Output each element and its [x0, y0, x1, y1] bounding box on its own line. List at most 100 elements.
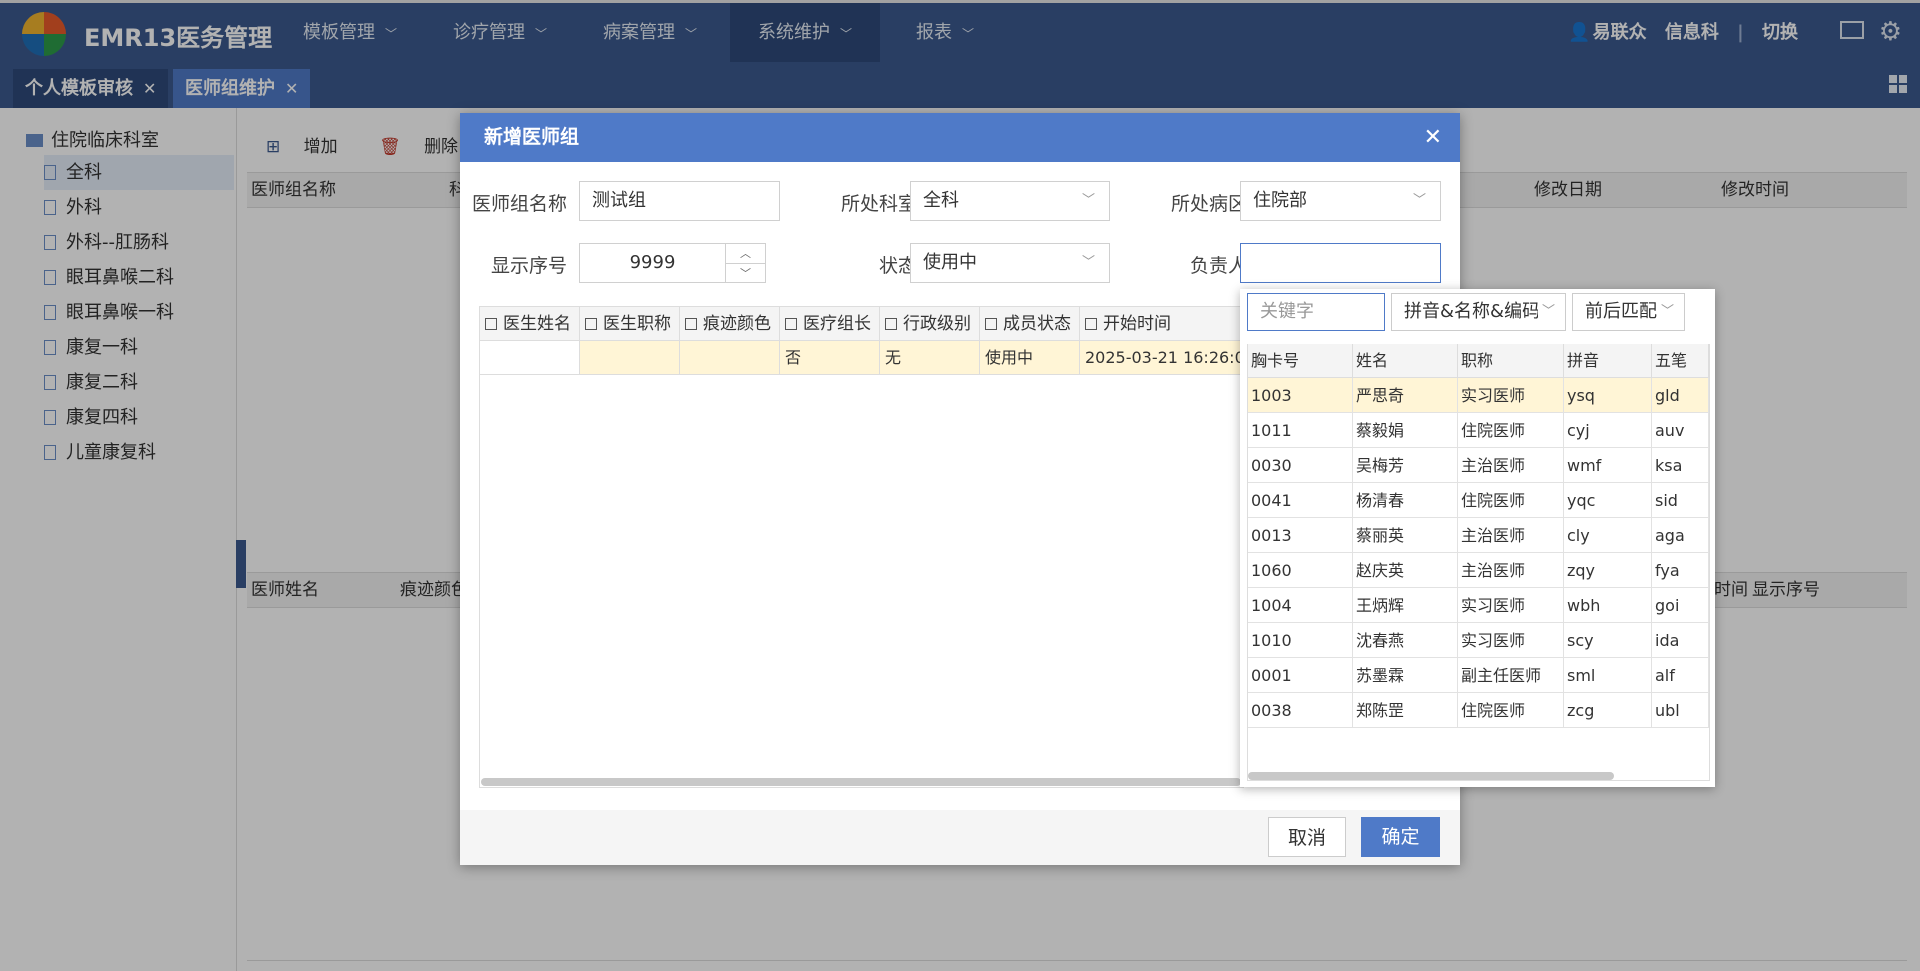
cell-card-no[interactable]: 1003 [1248, 378, 1353, 413]
cell-wubi[interactable]: ksa [1652, 448, 1709, 483]
cell-pinyin[interactable]: wmf [1564, 448, 1652, 483]
cell-name[interactable]: 杨清春 [1353, 483, 1458, 518]
cell-title[interactable]: 副主任医师 [1458, 658, 1564, 693]
owner-input[interactable] [1240, 243, 1441, 283]
col-header-admin-level[interactable]: 行政级别 [880, 307, 980, 341]
cell-card-no[interactable]: 1060 [1248, 553, 1353, 588]
cell-member-status[interactable]: 使用中 [980, 341, 1080, 375]
cell-team-lead[interactable]: 否 [780, 341, 880, 375]
cell-pinyin[interactable]: sml [1564, 658, 1652, 693]
edit-icon [785, 318, 797, 330]
cell-card-no[interactable]: 0030 [1248, 448, 1353, 483]
owner-picker-dropdown: 关键字 拼音&名称&编码 ﹀ 前后匹配 ﹀ 胸卡号 姓名 职称 拼音 五笔 1003… [1240, 289, 1715, 787]
cell-start-time[interactable]: 2025-03-21 16:26:00 [1080, 341, 1243, 375]
cell-title[interactable]: 住院医师 [1458, 413, 1564, 448]
cell-title[interactable]: 主治医师 [1458, 518, 1564, 553]
cell-wubi[interactable]: sid [1652, 483, 1709, 518]
dialog-header: 新增医师组 [460, 113, 1460, 162]
cell-pinyin[interactable]: zcg [1564, 693, 1652, 728]
cell-card-no[interactable]: 1004 [1248, 588, 1353, 623]
group-name-label: 医师组名称 [471, 193, 567, 215]
cell-pinyin[interactable]: wbh [1564, 588, 1652, 623]
cell-pinyin[interactable]: cyj [1564, 413, 1652, 448]
seq-label: 显示序号 [490, 255, 567, 277]
cell-card-no[interactable]: 0041 [1248, 483, 1353, 518]
cell-name[interactable]: 赵庆英 [1353, 553, 1458, 588]
horizontal-scrollbar[interactable] [481, 778, 1241, 786]
match-mode-select[interactable]: 前后匹配 ﹀ [1572, 293, 1685, 331]
seq-stepper[interactable]: ︿ ﹀ [726, 243, 766, 283]
seq-input[interactable]: 9999 [579, 243, 726, 283]
edit-icon [1085, 318, 1097, 330]
cancel-button[interactable]: 取消 [1268, 817, 1346, 857]
col-header-title: 职称 [1458, 344, 1564, 378]
cell-wubi[interactable]: gld [1652, 378, 1709, 413]
cell-title[interactable]: 住院医师 [1458, 693, 1564, 728]
cell-doctor-name[interactable] [480, 341, 580, 375]
cell-pinyin[interactable]: ysq [1564, 378, 1652, 413]
cell-name[interactable]: 郑陈罡 [1353, 693, 1458, 728]
member-grid: 医生姓名 医生职称 痕迹颜色 医疗组长 行政级别 成员状态 开始时间 否 无 使… [479, 306, 1244, 788]
cell-card-no[interactable]: 1011 [1248, 413, 1353, 448]
cell-wubi[interactable]: aga [1652, 518, 1709, 553]
cell-title[interactable]: 实习医师 [1458, 588, 1564, 623]
status-label: 状态 [878, 255, 917, 277]
cell-card-no[interactable]: 0013 [1248, 518, 1353, 553]
close-icon[interactable]: ✕ [1424, 113, 1442, 162]
chevron-down-icon: ﹀ [1081, 255, 1095, 270]
cell-name[interactable]: 蔡丽英 [1353, 518, 1458, 553]
cell-wubi[interactable]: goi [1652, 588, 1709, 623]
col-header-team-lead[interactable]: 医疗组长 [780, 307, 880, 341]
cell-name[interactable]: 吴梅芳 [1353, 448, 1458, 483]
cell-name[interactable]: 蔡毅娟 [1353, 413, 1458, 448]
cell-wubi[interactable]: fya [1652, 553, 1709, 588]
cell-pinyin[interactable]: scy [1564, 623, 1652, 658]
ok-button[interactable]: 确定 [1361, 817, 1440, 857]
col-header-card-no: 胸卡号 [1248, 344, 1353, 378]
edit-icon [885, 318, 897, 330]
col-header-start-time[interactable]: 开始时间 [1080, 307, 1243, 341]
horizontal-scrollbar[interactable] [1248, 772, 1614, 780]
chevron-down-icon[interactable]: ﹀ [726, 264, 765, 283]
dept-label: 所处科室 [840, 193, 917, 215]
cell-card-no[interactable]: 0001 [1248, 658, 1353, 693]
cell-title[interactable]: 实习医师 [1458, 378, 1564, 413]
cell-name[interactable]: 苏墨霖 [1353, 658, 1458, 693]
keyword-input[interactable]: 关键字 [1247, 293, 1385, 331]
chevron-up-icon[interactable]: ︿ [726, 244, 765, 264]
col-header-doctor-title[interactable]: 医生职称 [580, 307, 680, 341]
dept-select[interactable]: 全科 ﹀ [910, 181, 1110, 221]
ward-select[interactable]: 住院部 ﹀ [1240, 181, 1441, 221]
cell-wubi[interactable]: auv [1652, 413, 1709, 448]
cell-wubi[interactable]: ubl [1652, 693, 1709, 728]
cell-wubi[interactable]: alf [1652, 658, 1709, 693]
col-header-trace-color[interactable]: 痕迹颜色 [680, 307, 780, 341]
dialog-title: 新增医师组 [484, 126, 580, 148]
dialog-footer: 取消 确定 [460, 810, 1460, 865]
cell-title[interactable]: 主治医师 [1458, 448, 1564, 483]
group-name-input[interactable]: 测试组 [579, 181, 780, 221]
cell-wubi[interactable]: ida [1652, 623, 1709, 658]
col-header-doctor-name[interactable]: 医生姓名 [480, 307, 580, 341]
chevron-down-icon: ﹀ [1537, 294, 1555, 330]
cell-card-no[interactable]: 0038 [1248, 693, 1353, 728]
cell-pinyin[interactable]: cly [1564, 518, 1652, 553]
edit-icon [985, 318, 997, 330]
edit-icon [685, 318, 697, 330]
cell-trace-color[interactable] [680, 341, 780, 375]
cell-admin-level[interactable]: 无 [880, 341, 980, 375]
cell-pinyin[interactable]: zqy [1564, 553, 1652, 588]
status-select[interactable]: 使用中 ﹀ [910, 243, 1110, 283]
cell-title[interactable]: 主治医师 [1458, 553, 1564, 588]
cell-name[interactable]: 严思奇 [1353, 378, 1458, 413]
cell-doctor-title[interactable] [580, 341, 680, 375]
col-header-member-status[interactable]: 成员状态 [980, 307, 1080, 341]
search-mode-select[interactable]: 拼音&名称&编码 ﹀ [1391, 293, 1566, 331]
cell-card-no[interactable]: 1010 [1248, 623, 1353, 658]
cell-name[interactable]: 沈春燕 [1353, 623, 1458, 658]
cell-pinyin[interactable]: yqc [1564, 483, 1652, 518]
cell-title[interactable]: 住院医师 [1458, 483, 1564, 518]
cell-name[interactable]: 王炳辉 [1353, 588, 1458, 623]
cell-title[interactable]: 实习医师 [1458, 623, 1564, 658]
chevron-down-icon: ﹀ [1081, 193, 1095, 208]
